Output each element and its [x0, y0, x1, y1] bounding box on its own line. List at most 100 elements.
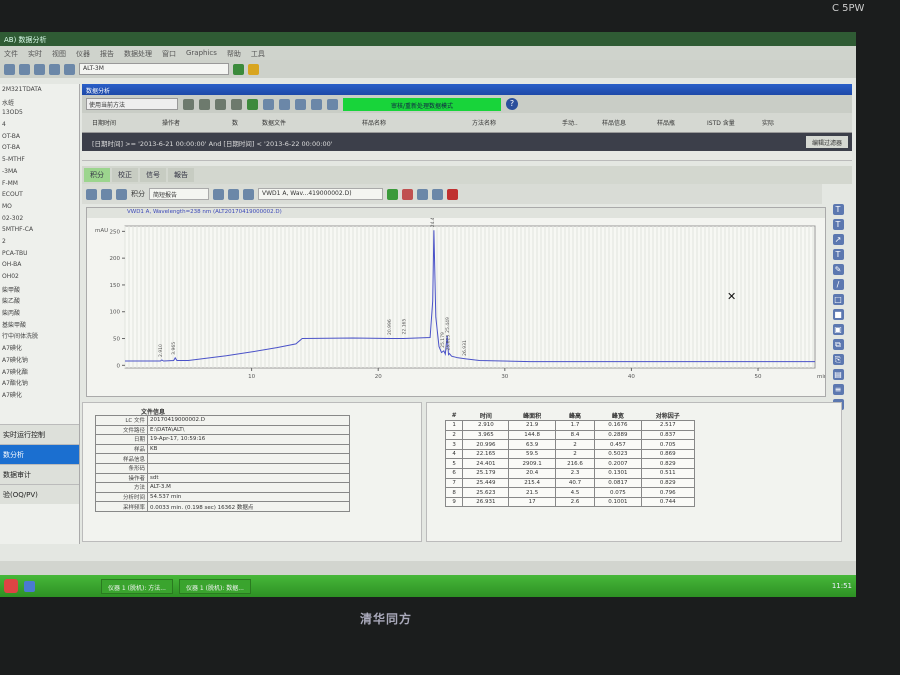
menu-item[interactable]: 仪器 [76, 49, 90, 58]
image-icon[interactable]: ▣ [832, 324, 844, 335]
pause-icon[interactable] [247, 98, 258, 110]
line-icon[interactable]: / [832, 279, 844, 290]
sample-list-item[interactable]: ECOUT [2, 191, 79, 203]
menu-item[interactable]: 实时 [28, 49, 42, 58]
sample-list-item[interactable]: 2 [2, 238, 79, 250]
menu-item[interactable]: Graphics [186, 49, 217, 57]
fill-icon[interactable]: ■ [832, 309, 844, 320]
sidebar-nav-item[interactable]: 实时运行控制 [0, 424, 79, 444]
tab-3[interactable]: 報告 [168, 168, 194, 182]
column-header[interactable]: 实际 [752, 118, 782, 127]
column-header[interactable]: 数 [222, 118, 252, 127]
text-bold-icon[interactable]: T [832, 219, 844, 230]
sample-list-item[interactable]: 水蛭 [2, 98, 79, 110]
sample-list-item[interactable]: 柴丙酸 [2, 308, 79, 320]
column-header[interactable]: 数据文件 [252, 118, 352, 127]
tab-2[interactable]: 信号 [140, 168, 166, 182]
print-icon[interactable] [34, 63, 45, 75]
sample-list-item[interactable]: F-MM [2, 180, 79, 192]
menu-item[interactable]: 文件 [4, 49, 18, 58]
print-preview-icon[interactable] [213, 188, 224, 200]
menu-item[interactable]: 工具 [251, 49, 265, 58]
tab-0[interactable]: 积分 [84, 168, 110, 182]
check-icon[interactable] [116, 188, 127, 200]
cursor-icon[interactable] [432, 188, 443, 200]
method-input[interactable]: ALT-3M [79, 63, 229, 75]
sample-list-item[interactable]: OH-BA [2, 261, 79, 273]
peak-icon[interactable] [402, 188, 413, 200]
column-header[interactable]: 日期时间 [82, 118, 152, 127]
text-icon[interactable]: T [832, 204, 844, 215]
sample-list-item[interactable]: 2M321TDATA [2, 86, 79, 98]
sample-list-item[interactable]: A7碘化钠 [2, 355, 79, 367]
print-icon[interactable] [279, 98, 290, 110]
sample-list-item[interactable]: 5MTHF-CA [2, 226, 79, 238]
sample-list-item[interactable]: 行中间体洗脱 [2, 331, 79, 343]
taskbar-button[interactable]: 仪器 1 (脱机): 方法... [101, 578, 173, 594]
method-select[interactable]: 使用当前方法 [86, 98, 178, 110]
arrow-icon[interactable]: ↗ [832, 234, 844, 245]
baseline-icon[interactable] [417, 188, 428, 200]
report-icon[interactable] [263, 98, 274, 110]
sample-list-item[interactable]: 5-MTHF [2, 156, 79, 168]
up-icon[interactable] [311, 98, 322, 110]
run-icon[interactable] [49, 63, 60, 75]
sample-list-item[interactable]: OT-BA [2, 133, 79, 145]
sample-list-item[interactable]: A7碘化 [2, 390, 79, 402]
sample-list-item[interactable]: PCA-TBU [2, 250, 79, 262]
taskbar-button[interactable]: 仪器 1 (脱机): 数据... [178, 578, 251, 594]
sidebar-nav-item[interactable]: 数分析 [0, 444, 79, 464]
sample-list-item[interactable]: 基柴甲酸 [2, 320, 79, 332]
sample-list-item[interactable]: A7酯化钠 [2, 378, 79, 390]
column-header[interactable]: 样品瓶 [647, 118, 697, 127]
menu-item[interactable]: 帮助 [227, 49, 241, 58]
globe-icon[interactable] [64, 63, 75, 75]
sample-list-item[interactable]: MO [2, 203, 79, 215]
column-header[interactable]: 操作者 [152, 118, 222, 127]
sidebar-nav-item[interactable]: 数据审计 [0, 464, 79, 484]
menu-item[interactable]: 数据处理 [124, 49, 152, 58]
sample-list-item[interactable]: A7碘化酯 [2, 367, 79, 379]
delete-peak-icon[interactable] [447, 188, 458, 200]
sidebar-nav-item[interactable]: 验(OQ/PV) [0, 484, 79, 504]
sample-list-item[interactable]: OT-BA [2, 144, 79, 156]
menu-item[interactable]: 报告 [100, 49, 114, 58]
sample-list-item[interactable]: -3MA [2, 168, 79, 180]
sample-list-item[interactable]: A7碘化 [2, 343, 79, 355]
first-icon[interactable] [183, 98, 194, 110]
help-icon[interactable]: ? [506, 98, 518, 110]
print-icon[interactable] [228, 188, 239, 200]
column-header[interactable]: 样品信息 [592, 118, 647, 127]
column-header[interactable]: 样品名称 [352, 118, 462, 127]
chromatogram-plot[interactable]: 0 50 100 150 200 250 10 20 30 40 50 mAU min 2.910 3.96… [87, 218, 825, 396]
text-color-icon[interactable]: T [832, 249, 844, 260]
align-icon[interactable]: ≡ [832, 384, 844, 395]
integrate-icon[interactable] [86, 188, 97, 200]
tab-1[interactable]: 校正 [112, 168, 138, 182]
grid-icon[interactable] [233, 63, 244, 75]
ie-icon[interactable] [24, 580, 35, 592]
sample-list-item[interactable]: 柴甲酸 [2, 285, 79, 297]
report-style-select[interactable]: 简短报告 [149, 188, 209, 200]
column-header[interactable]: 手动.. [552, 118, 592, 127]
sample-list-item[interactable]: 柴乙酸 [2, 296, 79, 308]
stop-icon[interactable] [327, 98, 338, 110]
column-header[interactable]: 方法名称 [462, 118, 552, 127]
pen-icon[interactable]: ✎ [832, 264, 844, 275]
sample-list-item[interactable]: OH02 [2, 273, 79, 285]
rect-icon[interactable]: □ [832, 294, 844, 305]
sample-list-item[interactable]: 13OD5 [2, 109, 79, 121]
printer-icon[interactable] [243, 188, 254, 200]
menu-item[interactable]: 视图 [52, 49, 66, 58]
signal-select[interactable]: VWD1 A, Wav...419000002.D) [258, 188, 383, 200]
horizontal-scrollbar[interactable] [82, 151, 852, 161]
edit-filter-button[interactable]: 编辑过滤器 [806, 136, 848, 148]
open-icon[interactable] [4, 63, 15, 75]
manual-icon[interactable] [101, 188, 112, 200]
save-icon[interactable] [19, 63, 30, 75]
user-icon[interactable] [248, 63, 259, 75]
sample-list-item[interactable]: 02-302 [2, 215, 79, 227]
copy-icon[interactable]: ⧉ [832, 339, 844, 350]
prev-icon[interactable] [199, 98, 210, 110]
layout-icon[interactable]: ▤ [832, 369, 844, 380]
